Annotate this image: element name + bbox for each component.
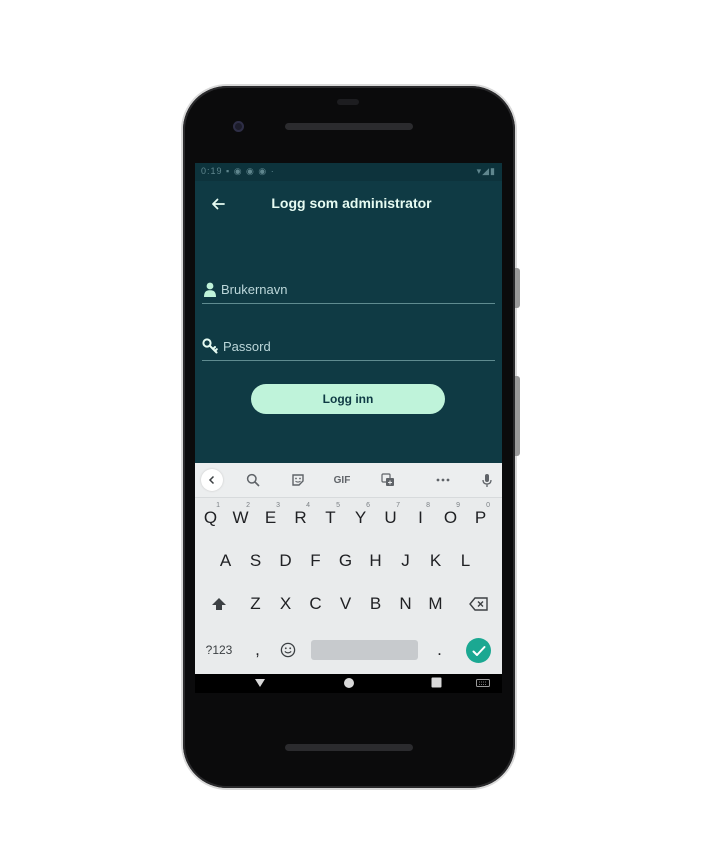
login-button[interactable]: Logg inn [251,384,445,414]
volume-button [515,376,520,456]
key-icon [202,338,218,354]
status-right: ▾◢▮ [476,166,496,176]
key-w[interactable]: W2 [227,501,254,535]
emoji-key[interactable] [274,633,301,667]
backspace-icon [469,597,488,611]
key-a[interactable]: A [212,544,239,578]
key-q[interactable]: Q1 [197,501,224,535]
symbols-key[interactable]: ?123 [199,633,239,667]
keyboard-switcher-icon[interactable] [476,679,490,687]
password-field[interactable]: Passord [202,332,495,361]
front-camera [233,121,244,132]
key-t[interactable]: T5 [317,501,344,535]
gif-button[interactable]: GIF [330,469,354,491]
key-p[interactable]: P0 [467,501,494,535]
key-c[interactable]: C [302,587,329,621]
keyboard-toolbar: GIF [195,463,502,497]
key-e[interactable]: E3 [257,501,284,535]
key-y[interactable]: Y6 [347,501,374,535]
translate-icon [381,473,394,486]
back-triangle-icon[interactable] [254,677,266,689]
key-z[interactable]: Z [242,587,269,621]
search-button[interactable] [243,469,263,491]
collapse-keyboard-button[interactable] [201,469,223,491]
key-r[interactable]: R4 [287,501,314,535]
more-horizontal-icon [436,478,450,482]
recents-square-icon[interactable] [431,677,442,688]
key-x[interactable]: X [272,587,299,621]
phone-frame: 0:19 ▪ ◉ ◉ ◉ · ▾◢▮ Logg som administrato… [183,86,520,788]
key-s[interactable]: S [242,544,269,578]
more-options-button[interactable] [433,469,453,491]
shift-key[interactable] [205,587,232,621]
username-placeholder: Brukernavn [221,281,288,297]
toolbar-divider [195,497,502,498]
username-field[interactable]: Brukernavn [202,275,495,304]
backspace-key[interactable] [463,587,495,621]
earpiece-speaker [285,123,413,130]
key-n[interactable]: N [392,587,419,621]
comma-key[interactable]: , [244,633,271,667]
key-u[interactable]: U7 [377,501,404,535]
screen: 0:19 ▪ ◉ ◉ ◉ · ▾◢▮ Logg som administrato… [195,163,502,693]
app-bar: Logg som administrator [195,181,502,227]
key-h[interactable]: H [362,544,389,578]
enter-key[interactable] [466,638,491,663]
user-icon [202,281,218,297]
page-title: Logg som administrator [271,195,432,211]
bottom-speaker [285,744,413,751]
sensor [337,99,359,105]
power-button [515,268,520,308]
sticker-button[interactable] [288,469,308,491]
status-left: 0:19 ▪ ◉ ◉ ◉ · [201,166,275,176]
sticker-icon [292,474,304,486]
on-screen-keyboard: GIF Q1 W2 E3 R4 T5 Y6 U7 I8 O9 P0 A S D … [195,463,502,674]
key-j[interactable]: J [392,544,419,578]
key-o[interactable]: O9 [437,501,464,535]
space-key[interactable] [311,640,418,660]
key-k[interactable]: K [422,544,449,578]
microphone-icon [482,473,492,487]
voice-input-button[interactable] [477,469,497,491]
navigation-bar [195,674,502,693]
key-l[interactable]: L [452,544,479,578]
translate-button[interactable] [378,469,398,491]
shift-icon [211,598,226,610]
key-m[interactable]: M [422,587,449,621]
search-icon [246,473,260,487]
key-d[interactable]: D [272,544,299,578]
key-b[interactable]: B [362,587,389,621]
home-circle-icon[interactable] [343,677,355,689]
check-icon [472,645,485,656]
key-g[interactable]: G [332,544,359,578]
chevron-left-icon [208,475,215,485]
key-v[interactable]: V [332,587,359,621]
emoji-icon [280,642,295,658]
password-placeholder: Passord [223,338,271,354]
period-key[interactable]: . [426,633,453,667]
key-f[interactable]: F [302,544,329,578]
key-i[interactable]: I8 [407,501,434,535]
status-bar: 0:19 ▪ ◉ ◉ ◉ · ▾◢▮ [195,163,502,181]
